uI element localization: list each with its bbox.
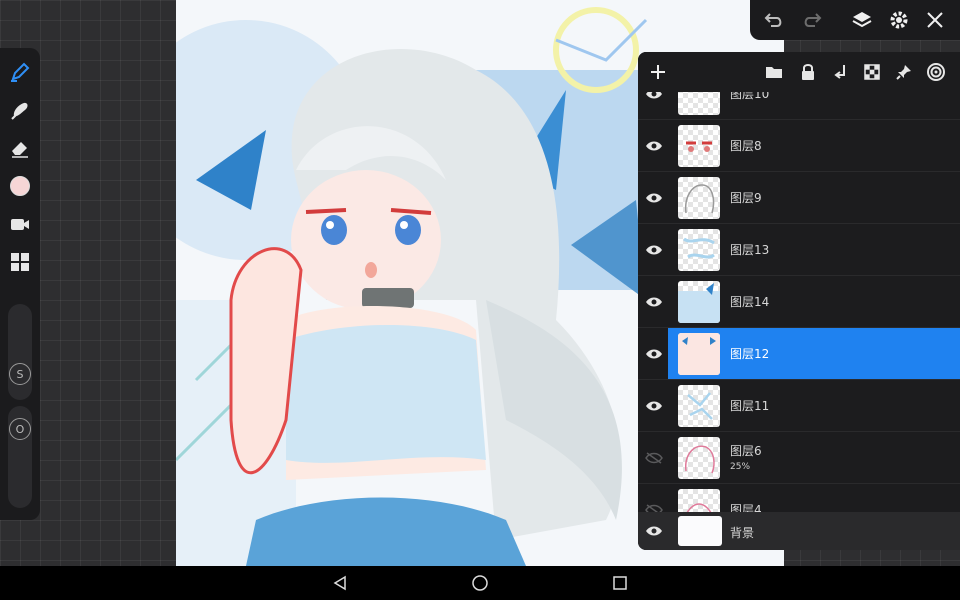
color-picker[interactable] [4, 170, 36, 202]
layer-name: 图层13 [730, 243, 770, 257]
recents-icon [613, 576, 627, 590]
left-toolbar: S O [0, 48, 40, 520]
layer-thumbnail [678, 385, 720, 427]
layer-row[interactable]: 图层9 [638, 172, 960, 224]
recents-button[interactable] [608, 571, 632, 595]
smudge-icon [11, 102, 28, 120]
add-layer-button[interactable] [646, 60, 670, 84]
layer-visibility-toggle[interactable] [642, 446, 666, 470]
layer-name: 图层14 [730, 295, 770, 309]
lock-icon [802, 64, 814, 80]
layer-thumbnail [678, 177, 720, 219]
close-button[interactable] [921, 6, 949, 34]
layer-thumbnail [678, 281, 720, 323]
layer-name: 图层12 [730, 347, 770, 361]
close-icon [927, 12, 943, 28]
alpha-lock-button[interactable] [860, 60, 884, 84]
layer-visibility-toggle[interactable] [642, 290, 666, 314]
layer-visibility-toggle[interactable] [642, 394, 666, 418]
background-thumbnail [678, 516, 722, 546]
eye-hidden-icon [645, 452, 663, 464]
redo-button[interactable] [798, 6, 826, 34]
layers-button[interactable] [848, 6, 876, 34]
smudge-tool[interactable] [4, 94, 36, 126]
eye-icon [646, 349, 662, 359]
eye-icon [646, 141, 662, 151]
pin-icon [896, 65, 911, 80]
layer-row[interactable]: 图层4 [638, 484, 960, 512]
video-record-tool[interactable] [4, 208, 36, 240]
layer-thumbnail [678, 229, 720, 271]
layer-row[interactable]: 图层13 [638, 224, 960, 276]
layer-thumbnail [678, 437, 720, 479]
folder-button[interactable] [762, 60, 786, 84]
layer-visibility-toggle[interactable] [642, 519, 666, 543]
layer-name: 图层11 [730, 399, 770, 413]
layer-row[interactable]: 图层8 [638, 120, 960, 172]
eraser-tool[interactable] [4, 132, 36, 164]
android-navigation-bar [0, 566, 960, 600]
layers-panel-header [638, 52, 960, 92]
layer-list[interactable]: 图层10 图层8 图层9 图层13 图层14 图层12 图层11 图层6 25%… [638, 52, 960, 512]
layer-visibility-toggle[interactable] [642, 238, 666, 262]
back-icon [333, 575, 346, 591]
gallery-tool[interactable] [4, 246, 36, 278]
layer-name: 图层4 [730, 503, 762, 512]
layer-thumbnail [678, 125, 720, 167]
eye-icon [646, 526, 662, 536]
settings-button[interactable] [885, 6, 913, 34]
layer-thumbnail [678, 333, 720, 375]
brush-size-label: S [9, 363, 31, 385]
alpha-lock-checker-icon [864, 64, 880, 80]
layer-thumbnail [678, 489, 720, 512]
brush-tool[interactable] [4, 56, 36, 88]
lock-layer-button[interactable] [796, 60, 820, 84]
layer-opacity: 25% [730, 462, 751, 472]
folder-icon [766, 67, 782, 78]
layer-name: 图层6 [730, 444, 762, 458]
layer-row[interactable]: 图层11 [638, 380, 960, 432]
layer-name: 图层9 [730, 191, 762, 205]
merge-down-button[interactable] [829, 60, 853, 84]
layer-visibility-toggle[interactable] [642, 134, 666, 158]
eye-icon [646, 401, 662, 411]
target-button[interactable] [924, 60, 948, 84]
background-layer-row[interactable]: 背景 [638, 512, 960, 550]
layer-visibility-toggle[interactable] [642, 186, 666, 210]
layers-icon [852, 12, 872, 28]
brush-icon [11, 62, 30, 82]
top-toolbar [750, 0, 960, 40]
home-button[interactable] [468, 571, 492, 595]
add-layer-icon [651, 65, 665, 79]
eye-icon [646, 297, 662, 307]
merge-down-icon [834, 65, 845, 79]
home-icon [472, 575, 488, 591]
background-layer-name: 背景 [730, 526, 755, 540]
layer-row-selected[interactable]: 图层12 [638, 328, 960, 380]
target-icon [927, 63, 945, 81]
eye-icon [646, 245, 662, 255]
eraser-icon [12, 142, 28, 158]
redo-icon [804, 13, 822, 27]
layer-visibility-toggle[interactable] [642, 498, 666, 512]
brush-size-slider[interactable] [8, 304, 32, 400]
brush-opacity-label: O [9, 418, 31, 440]
eye-icon [646, 193, 662, 203]
back-button[interactable] [328, 571, 352, 595]
video-camera-icon [11, 219, 29, 230]
pin-button[interactable] [892, 60, 916, 84]
layer-row[interactable]: 图层6 25% [638, 432, 960, 484]
layer-row[interactable]: 图层14 [638, 276, 960, 328]
layer-name: 图层8 [730, 139, 762, 153]
grid-icon [11, 253, 29, 271]
color-swatch [10, 176, 30, 196]
undo-button[interactable] [760, 6, 788, 34]
eye-hidden-icon [645, 504, 663, 512]
layers-panel: 图层10 图层8 图层9 图层13 图层14 图层12 图层11 图层6 25%… [638, 52, 960, 550]
undo-icon [764, 13, 782, 27]
settings-gear-icon [890, 11, 908, 29]
layer-visibility-toggle[interactable] [642, 342, 666, 366]
